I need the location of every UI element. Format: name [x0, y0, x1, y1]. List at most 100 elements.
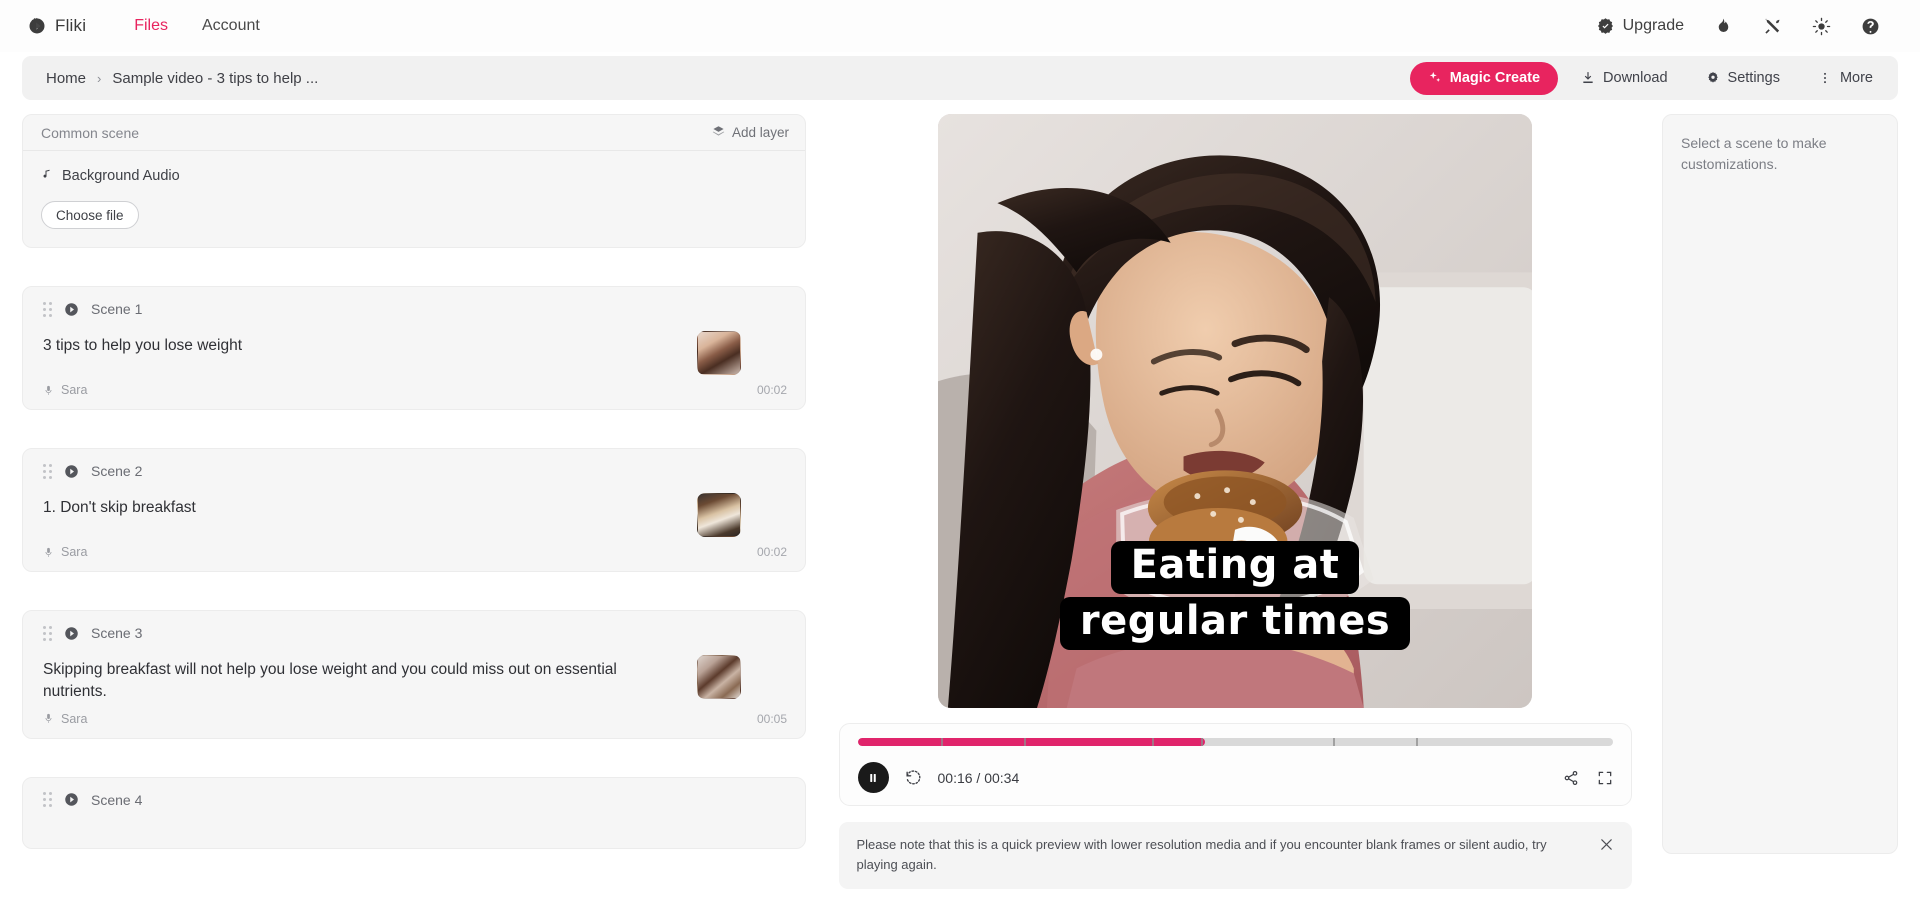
progress-tick	[1333, 738, 1336, 746]
scene-body: Skipping breakfast will not help you los…	[23, 641, 805, 704]
scene-card[interactable]: Scene 2 1. Don't skip breakfast Sara 00:…	[22, 448, 806, 572]
progress-tick	[1201, 738, 1204, 746]
pause-button[interactable]	[857, 762, 889, 793]
breadcrumb: Home › Sample video - 3 tips to help ...	[46, 70, 318, 87]
microphone-icon	[43, 547, 54, 558]
play-icon[interactable]	[64, 302, 79, 317]
playback-controls: 00:16 / 00:34	[857, 762, 1613, 793]
choose-file-button[interactable]: Choose file	[41, 201, 139, 229]
scene-header: Scene 2	[23, 449, 805, 479]
music-note-icon	[41, 167, 53, 185]
common-scene-header: Common scene Add layer	[23, 115, 805, 151]
top-navigation-bar: Fliki Files Account Upgrade	[0, 0, 1920, 52]
breadcrumb-current[interactable]: Sample video - 3 tips to help ...	[112, 70, 318, 87]
video-preview[interactable]: Eating at regular times	[938, 114, 1532, 708]
scene-text[interactable]: 1. Don't skip breakfast	[43, 489, 683, 537]
magic-create-button[interactable]: Magic Create	[1409, 61, 1559, 95]
scene-body	[23, 808, 805, 848]
brightness-icon[interactable]	[1812, 17, 1831, 36]
scene-voice[interactable]: Sara	[43, 383, 87, 397]
sparkles-icon	[1428, 71, 1442, 85]
scene-footer: Sara 00:02	[23, 375, 805, 409]
scene-list-panel[interactable]: Common scene Add layer Background Audio …	[22, 114, 812, 911]
common-scene-body: Background Audio Choose file	[23, 151, 805, 247]
scene-label: Scene 4	[91, 791, 143, 808]
caption-line-2: regular times	[1059, 597, 1411, 650]
scene-body: 3 tips to help you lose weight	[23, 317, 805, 375]
play-icon[interactable]	[64, 464, 79, 479]
layers-icon	[712, 125, 725, 141]
customization-panel-card: Select a scene to make customizations.	[1662, 114, 1898, 854]
drag-handle-icon[interactable]	[43, 792, 52, 808]
scene-thumbnail[interactable]	[697, 493, 741, 537]
progress-tick	[1023, 738, 1026, 746]
scene-voice-name: Sara	[61, 711, 88, 726]
scene-header: Scene 3	[23, 611, 805, 641]
settings-button[interactable]: Settings	[1691, 62, 1795, 95]
main-content: Common scene Add layer Background Audio …	[0, 100, 1920, 911]
fliki-logo-icon	[28, 17, 46, 35]
video-player-controls: 00:16 / 00:34	[838, 723, 1632, 806]
scene-header: Scene 1	[23, 287, 805, 317]
scene-text[interactable]: 3 tips to help you lose weight	[43, 327, 683, 375]
scene-label: Scene 3	[91, 625, 143, 641]
drag-handle-icon[interactable]	[43, 301, 52, 317]
scene-voice-name: Sara	[61, 545, 88, 559]
more-label: More	[1839, 70, 1873, 86]
help-icon[interactable]	[1861, 17, 1880, 36]
scene-card[interactable]: Scene 1 3 tips to help you lose weight S…	[22, 286, 806, 410]
brand[interactable]: Fliki	[28, 16, 86, 36]
preview-notice-banner: Please note that this is a quick preview…	[838, 822, 1632, 890]
upgrade-button[interactable]: Upgrade	[1596, 17, 1684, 36]
nav-link-files[interactable]: Files	[134, 17, 168, 35]
replay-button[interactable]	[905, 769, 922, 786]
fire-icon[interactable]	[1714, 17, 1733, 36]
breadcrumb-actions: Magic Create Download Settings More	[1409, 61, 1888, 95]
magic-create-label: Magic Create	[1449, 70, 1541, 86]
customization-empty-message: Select a scene to make customizations.	[1681, 135, 1827, 172]
drag-handle-icon[interactable]	[43, 625, 52, 641]
tools-icon[interactable]	[1763, 17, 1782, 36]
play-icon[interactable]	[64, 792, 79, 807]
badge-check-icon	[1596, 17, 1615, 36]
scene-voice[interactable]: Sara	[43, 712, 87, 726]
scene-voice[interactable]: Sara	[43, 545, 87, 559]
scene-thumbnail[interactable]	[697, 331, 741, 375]
scene-footer: Sara 00:02	[23, 537, 805, 571]
scene-text[interactable]	[43, 818, 683, 848]
add-layer-label: Add layer	[731, 125, 789, 140]
scene-card[interactable]: Scene 4	[22, 776, 806, 849]
customization-panel: Select a scene to make customizations.	[1658, 114, 1898, 911]
upgrade-label: Upgrade	[1622, 17, 1684, 34]
scene-thumbnail[interactable]	[697, 655, 741, 699]
nav-link-account[interactable]: Account	[202, 17, 260, 35]
scene-text[interactable]: Skipping breakfast will not help you los…	[43, 651, 683, 704]
nav-links: Files Account	[134, 17, 260, 35]
scene-card[interactable]: Scene 3 Skipping breakfast will not help…	[22, 610, 806, 739]
microphone-icon	[43, 713, 54, 724]
more-vertical-icon	[1818, 71, 1832, 85]
progress-bar[interactable]	[857, 738, 1613, 746]
common-scene-title: Common scene	[41, 124, 140, 141]
background-audio-row: Background Audio	[41, 167, 787, 185]
add-layer-button[interactable]: Add layer	[712, 125, 789, 141]
share-button[interactable]	[1563, 770, 1579, 786]
scene-footer: Sara 00:05	[23, 704, 805, 738]
download-icon	[1581, 71, 1595, 85]
notice-text: Please note that this is a quick preview…	[856, 837, 1547, 873]
scene-duration: 00:05	[756, 711, 787, 726]
background-audio-label: Background Audio	[62, 168, 180, 184]
breadcrumb-home[interactable]: Home	[46, 70, 86, 87]
close-icon[interactable]	[1599, 837, 1614, 852]
more-button[interactable]: More	[1803, 62, 1888, 95]
download-button[interactable]: Download	[1566, 62, 1683, 95]
scene-body: 1. Don't skip breakfast	[23, 479, 805, 537]
player-right-controls	[1563, 770, 1613, 786]
scene-label: Scene 2	[91, 463, 143, 479]
play-icon[interactable]	[64, 626, 79, 641]
settings-label: Settings	[1727, 70, 1780, 86]
scene-duration: 00:02	[756, 545, 787, 559]
fullscreen-button[interactable]	[1597, 770, 1613, 786]
drag-handle-icon[interactable]	[43, 463, 52, 479]
progress-tick	[1416, 738, 1419, 746]
